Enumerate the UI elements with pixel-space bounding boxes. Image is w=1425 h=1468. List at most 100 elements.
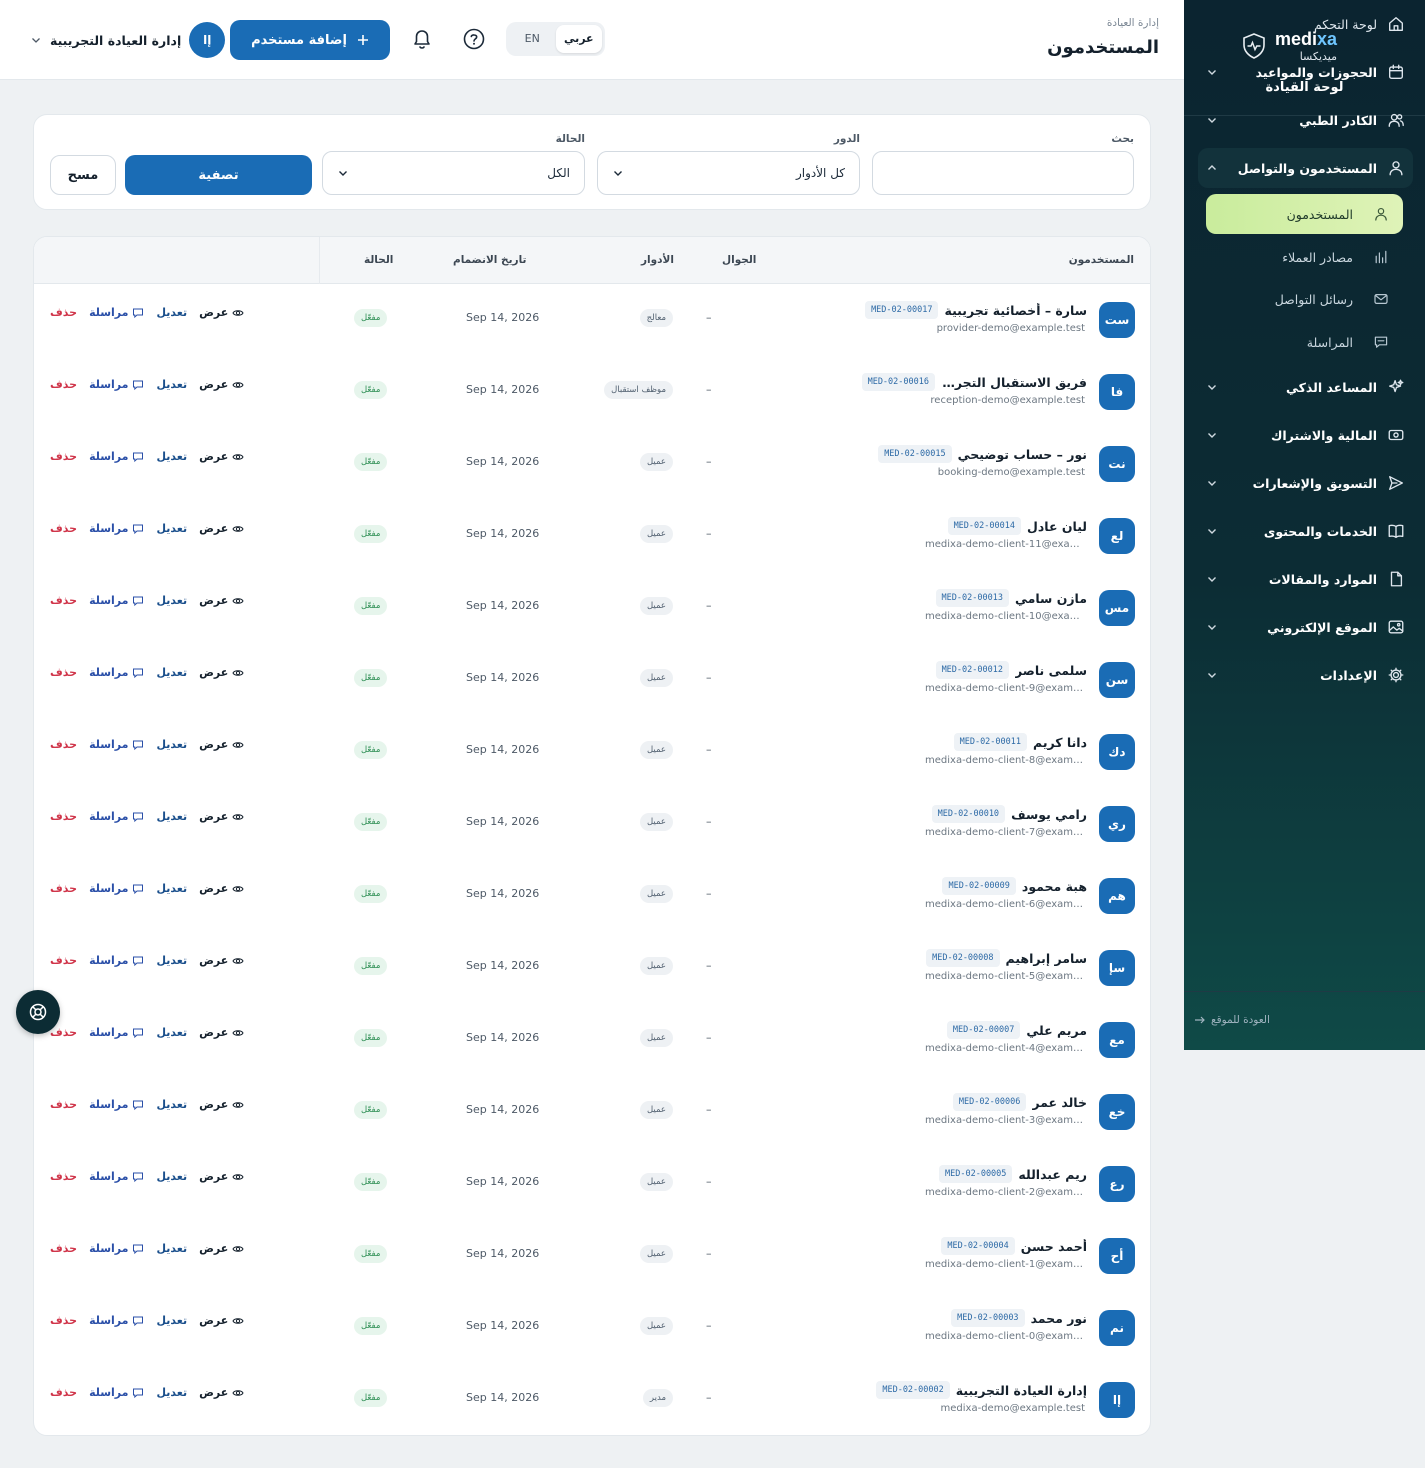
user-menu[interactable]: إا إدارة العيادة التجريبية <box>30 21 226 59</box>
user-name[interactable]: مازن سامي <box>1015 591 1087 606</box>
sidebar-item-7[interactable]: الخدمات والمحتوى <box>1198 511 1413 551</box>
user-name[interactable]: سارة – أخصائية تجريبية <box>944 303 1087 318</box>
breadcrumb[interactable]: إدارة العيادة <box>1107 17 1159 29</box>
delete-button[interactable]: حذف <box>50 1242 77 1255</box>
user-name[interactable]: نور – حساب توضيحي <box>958 447 1087 462</box>
user-name[interactable]: فريق الاستقبال التجريبي <box>941 375 1087 390</box>
table-row[interactable]: نت نور – حساب توضيحي MED-02-00015 booking-d… <box>34 428 1150 500</box>
edit-button[interactable]: تعديل <box>156 1386 187 1399</box>
edit-button[interactable]: تعديل <box>156 1242 187 1255</box>
notifications-button[interactable] <box>408 24 436 54</box>
support-fab[interactable] <box>16 990 60 1034</box>
table-row[interactable]: مع مريم علي MED-02-00007 medixa-demo-client… <box>34 1004 1150 1076</box>
table-row[interactable]: دك دانا كريم MED-02-00011 medixa-demo-clien… <box>34 716 1150 788</box>
sidebar-item-1[interactable]: الحجوزات والمواعيد <box>1198 52 1413 92</box>
edit-button[interactable]: تعديل <box>156 666 187 679</box>
sidebar-subitem-2[interactable]: رسائل التواصل <box>1206 279 1403 319</box>
user-name[interactable]: ليان عادل <box>1027 519 1087 534</box>
table-row[interactable]: مس مازن سامي MED-02-00013 medixa-demo-clien… <box>34 572 1150 644</box>
message-button[interactable]: مراسلة <box>89 666 144 679</box>
sidebar-item-3[interactable]: المستخدمون والتواصل <box>1198 148 1413 188</box>
table-row[interactable]: خع خالد عمر MED-02-00006 medixa-demo-client… <box>34 1076 1150 1148</box>
view-button[interactable]: عرض <box>199 450 244 463</box>
edit-button[interactable]: تعديل <box>156 882 187 895</box>
table-row[interactable]: لع ليان عادل MED-02-00014 medixa-demo-clien… <box>34 500 1150 572</box>
user-name[interactable]: أحمد حسن <box>1021 1239 1087 1254</box>
message-button[interactable]: مراسلة <box>89 882 144 895</box>
user-name[interactable]: ريم عبدالله <box>1018 1167 1087 1182</box>
message-button[interactable]: مراسلة <box>89 378 144 391</box>
view-button[interactable]: عرض <box>199 810 244 823</box>
filter-button[interactable]: تصفية <box>125 155 312 195</box>
delete-button[interactable]: حذف <box>50 882 77 895</box>
delete-button[interactable]: حذف <box>50 450 77 463</box>
message-button[interactable]: مراسلة <box>89 954 144 967</box>
edit-button[interactable]: تعديل <box>156 450 187 463</box>
help-button[interactable] <box>460 24 488 54</box>
status-select[interactable]: الكل <box>322 151 585 195</box>
view-button[interactable]: عرض <box>199 1170 244 1183</box>
view-button[interactable]: عرض <box>199 954 244 967</box>
edit-button[interactable]: تعديل <box>156 1314 187 1327</box>
sidebar-item-9[interactable]: الموقع الإلكتروني <box>1198 607 1413 647</box>
view-button[interactable]: عرض <box>199 1242 244 1255</box>
sidebar-subitem-0[interactable]: المستخدمون <box>1206 194 1403 234</box>
delete-button[interactable]: حذف <box>50 378 77 391</box>
delete-button[interactable]: حذف <box>50 1026 77 1039</box>
message-button[interactable]: مراسلة <box>89 450 144 463</box>
edit-button[interactable]: تعديل <box>156 954 187 967</box>
table-row[interactable]: رع ريم عبدالله MED-02-00005 medixa-demo-cli… <box>34 1148 1150 1220</box>
message-button[interactable]: مراسلة <box>89 810 144 823</box>
lang-en-option[interactable]: EN <box>509 25 556 53</box>
message-button[interactable]: مراسلة <box>89 1026 144 1039</box>
edit-button[interactable]: تعديل <box>156 810 187 823</box>
sidebar-item-4[interactable]: المساعد الذكي <box>1198 367 1413 407</box>
back-to-site-link[interactable]: العودة للموقع <box>1194 1014 1270 1026</box>
view-button[interactable]: عرض <box>199 666 244 679</box>
delete-button[interactable]: حذف <box>50 954 77 967</box>
delete-button[interactable]: حذف <box>50 810 77 823</box>
user-name[interactable]: رامي يوسف <box>1011 807 1087 822</box>
sidebar-item-8[interactable]: الموارد والمقالات <box>1198 559 1413 599</box>
message-button[interactable]: مراسلة <box>89 1098 144 1111</box>
delete-button[interactable]: حذف <box>50 522 77 535</box>
sidebar-subitem-1[interactable]: مصادر العملاء <box>1206 237 1403 277</box>
edit-button[interactable]: تعديل <box>156 1170 187 1183</box>
view-button[interactable]: عرض <box>199 378 244 391</box>
delete-button[interactable]: حذف <box>50 1314 77 1327</box>
delete-button[interactable]: حذف <box>50 1098 77 1111</box>
edit-button[interactable]: تعديل <box>156 1098 187 1111</box>
table-row[interactable]: سن سلمى ناصر MED-02-00012 medixa-demo-clien… <box>34 644 1150 716</box>
delete-button[interactable]: حذف <box>50 1170 77 1183</box>
table-row[interactable]: ري رامي يوسف MED-02-00010 medixa-demo-clien… <box>34 788 1150 860</box>
view-button[interactable]: عرض <box>199 306 244 319</box>
edit-button[interactable]: تعديل <box>156 738 187 751</box>
delete-button[interactable]: حذف <box>50 594 77 607</box>
table-row[interactable]: فا فريق الاستقبال التجريبي MED-02-00016 rec… <box>34 356 1150 428</box>
table-row[interactable]: هم هبة محمود MED-02-00009 medixa-demo-clien… <box>34 860 1150 932</box>
edit-button[interactable]: تعديل <box>156 378 187 391</box>
edit-button[interactable]: تعديل <box>156 522 187 535</box>
sidebar-item-2[interactable]: الكادر الطبي <box>1198 100 1413 140</box>
view-button[interactable]: عرض <box>199 1098 244 1111</box>
user-name[interactable]: مريم علي <box>1026 1023 1087 1038</box>
clear-button[interactable]: مسح <box>50 155 116 195</box>
view-button[interactable]: عرض <box>199 738 244 751</box>
search-input[interactable] <box>872 151 1134 195</box>
message-button[interactable]: مراسلة <box>89 1170 144 1183</box>
sidebar-item-0[interactable]: لوحة التحكم <box>1198 4 1413 44</box>
user-name[interactable]: سامر إبراهيم <box>1006 951 1087 966</box>
role-select[interactable]: كل الأدوار <box>597 151 860 195</box>
delete-button[interactable]: حذف <box>50 738 77 751</box>
user-name[interactable]: نور محمد <box>1031 1311 1087 1326</box>
message-button[interactable]: مراسلة <box>89 522 144 535</box>
message-button[interactable]: مراسلة <box>89 1314 144 1327</box>
sidebar-subitem-3[interactable]: المراسلة <box>1206 322 1403 362</box>
add-user-button[interactable]: إضافة مستخدم <box>230 20 390 60</box>
table-row[interactable]: ست سارة – أخصائية تجريبية MED-02-00017 prov… <box>34 284 1150 356</box>
edit-button[interactable]: تعديل <box>156 1026 187 1039</box>
view-button[interactable]: عرض <box>199 594 244 607</box>
table-row[interactable]: أح أحمد حسن MED-02-00004 medixa-demo-client… <box>34 1220 1150 1292</box>
user-name[interactable]: إدارة العيادة التجريبية <box>956 1383 1087 1398</box>
message-button[interactable]: مراسلة <box>89 594 144 607</box>
